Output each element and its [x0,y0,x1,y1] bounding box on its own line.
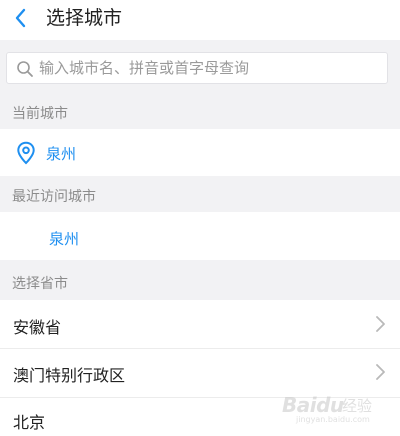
watermark-sub: 经验 [342,397,373,415]
location-pin-icon [17,141,35,165]
search-area [0,40,400,96]
current-city-link[interactable]: 泉州 [46,143,76,164]
section-header-current-city: 当前城市 [0,96,400,129]
section-header-recent-cities: 最近访问城市 [0,176,400,212]
search-input[interactable] [39,53,379,83]
province-row-anhui[interactable]: 安徽省 [0,300,400,348]
chevron-right-icon [376,316,385,332]
recent-cities-row: 泉州 [0,212,400,260]
section-title: 当前城市 [12,106,68,122]
province-label: 澳门特别行政区 [13,366,126,385]
province-label: 北京 [13,413,46,432]
section-title: 选择省市 [12,276,68,292]
recent-city-link[interactable]: 泉州 [49,228,79,249]
page-title: 选择城市 [46,7,123,29]
section-header-provinces: 选择省市 [0,260,400,300]
watermark-url: jingyan.baidu.com [296,415,370,424]
baidu-jingyan-watermark: Baidu 经验 jingyan.baidu.com [282,390,394,426]
chevron-right-icon [376,364,385,380]
chevron-left-icon [15,8,26,28]
section-title: 最近访问城市 [12,189,96,205]
province-label: 安徽省 [13,318,62,337]
back-button[interactable] [10,6,34,30]
search-icon [17,61,33,77]
current-city-row: 泉州 [0,129,400,176]
search-box[interactable] [6,52,388,84]
watermark-brand: Baidu [282,393,344,417]
nav-header: 选择城市 [0,0,400,40]
